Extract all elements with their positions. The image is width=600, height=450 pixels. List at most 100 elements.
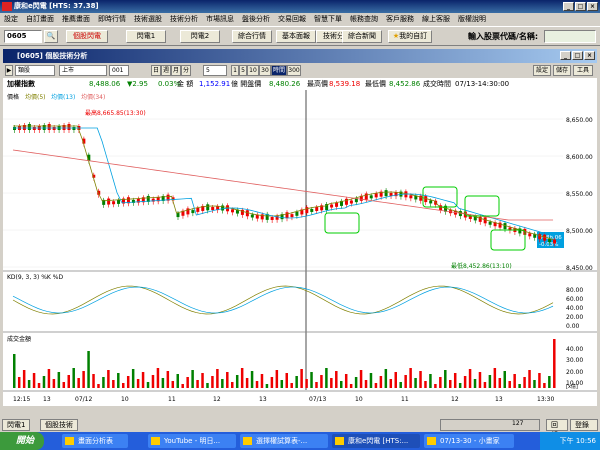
volume-bar <box>146 382 150 388</box>
volume-bar <box>404 375 407 388</box>
settings-button[interactable]: 設定 <box>533 65 551 76</box>
scale-5[interactable]: 5 <box>239 65 247 76</box>
save-button[interactable]: 儲存 <box>553 65 571 76</box>
menu-item-online-service[interactable]: 線上客服 <box>418 13 454 26</box>
task-paint-label: 07/13-30 - 小畫家 <box>440 437 500 445</box>
maximize-button[interactable]: □ <box>575 2 586 11</box>
news-button[interactable]: 綜合新聞 <box>342 30 382 43</box>
task-youtube-label: YouTube - 明日... <box>164 437 221 445</box>
volume-bar <box>141 372 145 388</box>
xaxis-label: 12 <box>213 396 221 403</box>
menu-bar: 設定 自訂畫面 推薦畫面 即時行情 技術選股 技術分析 市場訊息 盤後分析 交易… <box>0 13 600 26</box>
kd-k-line <box>12 285 554 315</box>
volume-bar <box>533 380 536 388</box>
volume-bar <box>483 382 487 388</box>
task-youtube[interactable]: YouTube - 明日... <box>148 434 236 448</box>
close-button[interactable]: × <box>587 2 598 11</box>
flash2-button[interactable]: 閃電2 <box>180 30 220 43</box>
volume-bar <box>285 373 288 388</box>
tab-flash1[interactable]: 閃電1 <box>2 419 31 431</box>
scale-time[interactable]: 時間 <box>271 65 287 76</box>
max-annotation: 最高8,665.85(13:30) <box>85 109 146 117</box>
play-icon[interactable]: ▶ <box>5 65 13 76</box>
period-minute[interactable]: 分 <box>181 65 191 76</box>
code-select[interactable]: 0605 <box>4 30 42 43</box>
chart-area[interactable]: 價格 均價(5) 均價(13) 均價(34) 最高8,665.85(13:30)… <box>3 90 597 406</box>
menu-item-service[interactable]: 客戶服務 <box>382 13 418 26</box>
xaxis-label: 07/12 <box>75 396 92 403</box>
my-custom-label: 我的自訂 <box>399 32 428 40</box>
child-minimize-button[interactable]: _ <box>560 51 571 60</box>
search-icon[interactable]: 🔍 <box>44 30 58 43</box>
volume-bar <box>171 381 175 388</box>
task-paint[interactable]: 07/13-30 - 小畫家 <box>424 434 514 448</box>
start-button[interactable]: 開始 <box>0 432 44 450</box>
technical-chart[interactable]: 價格 均價(5) 均價(13) 均價(34) 最高8,665.85(13:30)… <box>3 90 597 406</box>
volume-bar <box>42 376 46 388</box>
scale-30[interactable]: 30 <box>259 65 271 76</box>
menu-item-recommend[interactable]: 推薦畫面 <box>58 13 94 26</box>
amount-label: 金 額 <box>177 80 194 88</box>
volume-bar <box>27 380 31 388</box>
horizontal-scrollbar[interactable] <box>440 419 540 431</box>
highlight-box <box>422 186 458 208</box>
task-options[interactable]: 選擇權試算表-... <box>240 434 328 448</box>
fundamentals-button[interactable]: 基本面報 <box>276 30 316 43</box>
volume-bar <box>126 376 130 388</box>
scale-300[interactable]: 300 <box>287 65 301 76</box>
volume-bar <box>231 382 234 388</box>
child-close-button[interactable]: × <box>584 51 595 60</box>
stock-flash-button[interactable]: 個股閃電 <box>66 30 108 43</box>
menu-item-smart-order[interactable]: 智慧下單 <box>310 13 346 26</box>
volume-bar <box>226 372 229 388</box>
back-button[interactable]: 回報 <box>546 419 568 439</box>
open-label: 億 開盤價 <box>231 80 262 88</box>
price-candle <box>305 207 309 214</box>
tools-button[interactable]: 工具 <box>573 65 593 76</box>
task-hts[interactable]: 康和e閃電 [HTS:... <box>332 434 420 448</box>
scale-10[interactable]: 10 <box>247 65 259 76</box>
menu-item-custom[interactable]: 自訂畫面 <box>22 13 58 26</box>
market-select[interactable]: 上市 <box>59 65 107 76</box>
volume-bar <box>508 381 511 388</box>
xaxis-labels: 12:15 13 07/12 10 11 12 13 07/13 10 11 12 13 13:30 <box>13 396 554 403</box>
menu-item-afterhours[interactable]: 盤後分析 <box>238 13 274 26</box>
volume-bar <box>523 377 526 388</box>
price-candle <box>528 233 532 237</box>
menu-item-technical[interactable]: 技術分析 <box>166 13 202 26</box>
minimize-button[interactable]: _ <box>563 2 574 11</box>
menu-item-news[interactable]: 市場訊息 <box>202 13 238 26</box>
menu-item-reports[interactable]: 交易回報 <box>274 13 310 26</box>
period-week[interactable]: 週 <box>161 65 171 76</box>
volume-bar <box>260 374 264 388</box>
quote-button[interactable]: 綜合行情 <box>232 30 272 43</box>
task-analysis-label: 畫面分析表 <box>78 437 113 445</box>
code-select-small[interactable]: 001 <box>109 65 129 76</box>
menu-item-screener[interactable]: 技術選股 <box>130 13 166 26</box>
category-select[interactable]: 類股 <box>15 65 55 76</box>
menu-item-account[interactable]: 帳務查詢 <box>346 13 382 26</box>
time-value: 07/13-14:30:00 <box>455 80 510 88</box>
menu-item-realtime[interactable]: 即時行情 <box>94 13 130 26</box>
history-button[interactable]: 登錄 <box>570 419 598 431</box>
vol-ytick-40: 40.00 <box>566 346 583 353</box>
minute-select[interactable]: 5 <box>203 65 227 76</box>
volume-bar <box>513 374 516 388</box>
period-day[interactable]: 日 <box>151 65 161 76</box>
volume-bar <box>310 372 313 388</box>
flash1-button[interactable]: 閃電1 <box>126 30 166 43</box>
stock-input[interactable] <box>544 30 596 43</box>
menu-item-copyright[interactable]: 版權說明 <box>454 13 490 26</box>
period-month[interactable]: 月 <box>171 65 181 76</box>
my-custom-button[interactable]: ★我的自訂 <box>388 30 432 43</box>
volume-bar <box>374 383 378 388</box>
task-analysis[interactable]: 畫面分析表 <box>62 434 128 448</box>
menu-item-settings[interactable]: 設定 <box>0 13 22 26</box>
title-bar: 康和e閃電 [HTS: 37.38] _ □ × <box>0 0 600 13</box>
volume-bar <box>181 384 184 388</box>
tab-stock-technical[interactable]: 個股技術 <box>40 419 78 431</box>
price-candle <box>196 207 200 212</box>
scale-1[interactable]: 1 <box>231 65 239 76</box>
child-maximize-button[interactable]: □ <box>572 51 583 60</box>
system-tray: 下午 10:56 <box>540 432 600 450</box>
